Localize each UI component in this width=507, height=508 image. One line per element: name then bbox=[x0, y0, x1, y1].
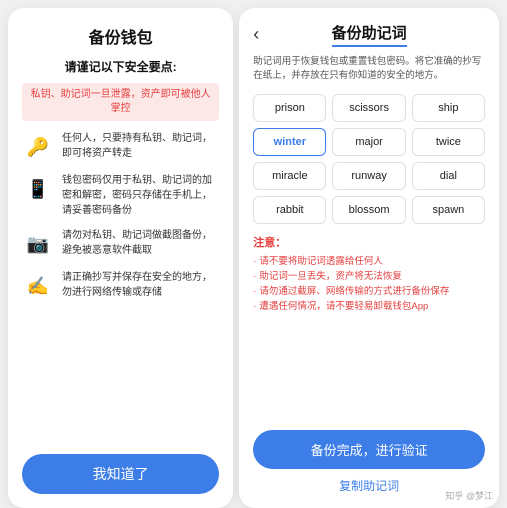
mnemonic-word-11: spawn bbox=[412, 196, 485, 224]
note-item-1: 助记词一旦丢失，资产将无法恢复 bbox=[253, 269, 485, 284]
mnemonic-word-0: prison bbox=[253, 94, 326, 122]
security-icon-1: 📱 bbox=[22, 173, 54, 205]
security-list: 🔑 任何人，只要持有私钥、助记词，即可将资产转走 📱 钱包密码仅用于私钥、助记词… bbox=[22, 131, 219, 448]
security-item: ✍️ 请正确抄写并保存在安全的地方，勿进行网络传输或存储 bbox=[22, 270, 219, 302]
security-text-1: 钱包密码仅用于私钥、助记词的加密和解密，密码只存储在手机上，请妥善密码备份 bbox=[62, 173, 219, 218]
security-text-2: 请勿对私钥、助记词做截图备份，避免被恶意软件截取 bbox=[62, 228, 219, 258]
security-item: 📱 钱包密码仅用于私钥、助记词的加密和解密，密码只存储在手机上，请妥善密码备份 bbox=[22, 173, 219, 218]
note-item-3: 遭遇任何情况，请不要轻易卸载钱包App bbox=[253, 299, 485, 314]
security-icon-3: ✍️ bbox=[22, 270, 54, 302]
left-subtitle: 请谨记以下安全要点: bbox=[22, 58, 219, 75]
warning-badge: 私钥、助记词一旦泄露，资产即可被他人掌控 bbox=[22, 83, 219, 121]
mnemonic-word-4: major bbox=[332, 128, 405, 156]
security-icon-2: 📷 bbox=[22, 228, 54, 260]
mnemonic-grid: prisonscissorsship wintermajortwice miracl… bbox=[253, 94, 485, 224]
security-icon-0: 🔑 bbox=[22, 131, 54, 163]
right-title: 备份助记词 bbox=[332, 22, 407, 47]
mnemonic-word-10: blossom bbox=[332, 196, 405, 224]
watermark: 知乎 @梦江 bbox=[445, 489, 493, 502]
mnemonic-word-5: twice bbox=[412, 128, 485, 156]
mnemonic-word-6: miracle bbox=[253, 162, 326, 190]
security-text-0: 任何人，只要持有私钥、助记词，即可将资产转走 bbox=[62, 131, 219, 161]
mnemonic-word-1: scissors bbox=[332, 94, 405, 122]
mnemonic-word-7: runway bbox=[332, 162, 405, 190]
mnemonic-word-2: ship bbox=[412, 94, 485, 122]
mnemonic-word-8: dial bbox=[412, 162, 485, 190]
app-container: 备份钱包 请谨记以下安全要点: 私钥、助记词一旦泄露，资产即可被他人掌控 🔑 任… bbox=[0, 0, 507, 500]
note-item-2: 请勿通过截屏、网络传输的方式进行备份保存 bbox=[253, 284, 485, 299]
notes-title: 注意： bbox=[253, 234, 485, 250]
right-description: 助记词用于恢复钱包或重置钱包密码。将它准确的抄写在纸上，并存放在只有你知道的安全… bbox=[253, 55, 485, 84]
mnemonic-word-9: rabbit bbox=[253, 196, 326, 224]
note-item-0: 请不要将助记词透露给任何人 bbox=[253, 254, 485, 269]
right-header: ‹ 备份助记词 bbox=[253, 22, 485, 47]
right-panel: ‹ 备份助记词 助记词用于恢复钱包或重置钱包密码。将它准确的抄写在纸上，并存放在… bbox=[239, 8, 499, 508]
security-text-3: 请正确抄写并保存在安全的地方，勿进行网络传输或存储 bbox=[62, 270, 219, 300]
acknowledge-button[interactable]: 我知道了 bbox=[22, 454, 219, 494]
confirm-backup-button[interactable]: 备份完成，进行验证 bbox=[253, 430, 485, 469]
back-button[interactable]: ‹ bbox=[253, 24, 259, 45]
left-title: 备份钱包 bbox=[89, 24, 153, 48]
mnemonic-word-3: winter bbox=[253, 128, 326, 156]
left-panel: 备份钱包 请谨记以下安全要点: 私钥、助记词一旦泄露，资产即可被他人掌控 🔑 任… bbox=[8, 8, 233, 508]
notes-section: 注意： 请不要将助记词透露给任何人助记词一旦丢失，资产将无法恢复请勿通过截屏、网… bbox=[253, 234, 485, 315]
copy-mnemonic-button[interactable]: 复制助记词 bbox=[339, 477, 399, 494]
right-actions: 备份完成，进行验证 复制助记词 bbox=[253, 430, 485, 494]
security-item: 🔑 任何人，只要持有私钥、助记词，即可将资产转走 bbox=[22, 131, 219, 163]
security-item: 📷 请勿对私钥、助记词做截图备份，避免被恶意软件截取 bbox=[22, 228, 219, 260]
